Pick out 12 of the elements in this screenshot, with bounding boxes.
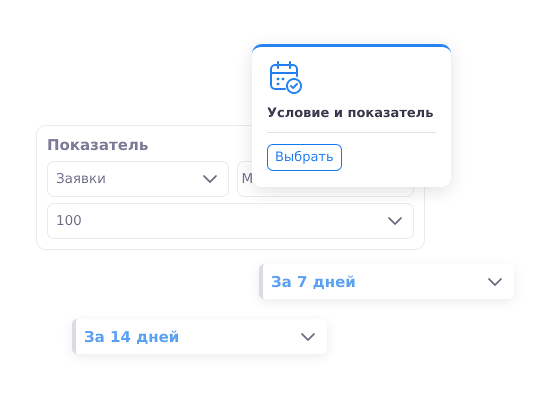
chevron-down-icon (488, 278, 502, 286)
period-dropdown[interactable]: За 7 дней (259, 264, 514, 299)
calendar-check-icon (269, 61, 302, 95)
chevron-down-icon (301, 332, 315, 340)
period-dropdown[interactable]: За 14 дней (72, 319, 327, 354)
amount-dropdown[interactable]: 100 (47, 203, 414, 239)
chevron-down-icon (202, 175, 216, 183)
chevron-down-icon (388, 217, 402, 225)
dropdown[interactable]: Заявки (47, 161, 228, 197)
popup-title: Условие и показатель (267, 105, 434, 123)
select-button[interactable]: Выбрать (267, 144, 342, 171)
panel-title: Показатель (47, 136, 150, 154)
